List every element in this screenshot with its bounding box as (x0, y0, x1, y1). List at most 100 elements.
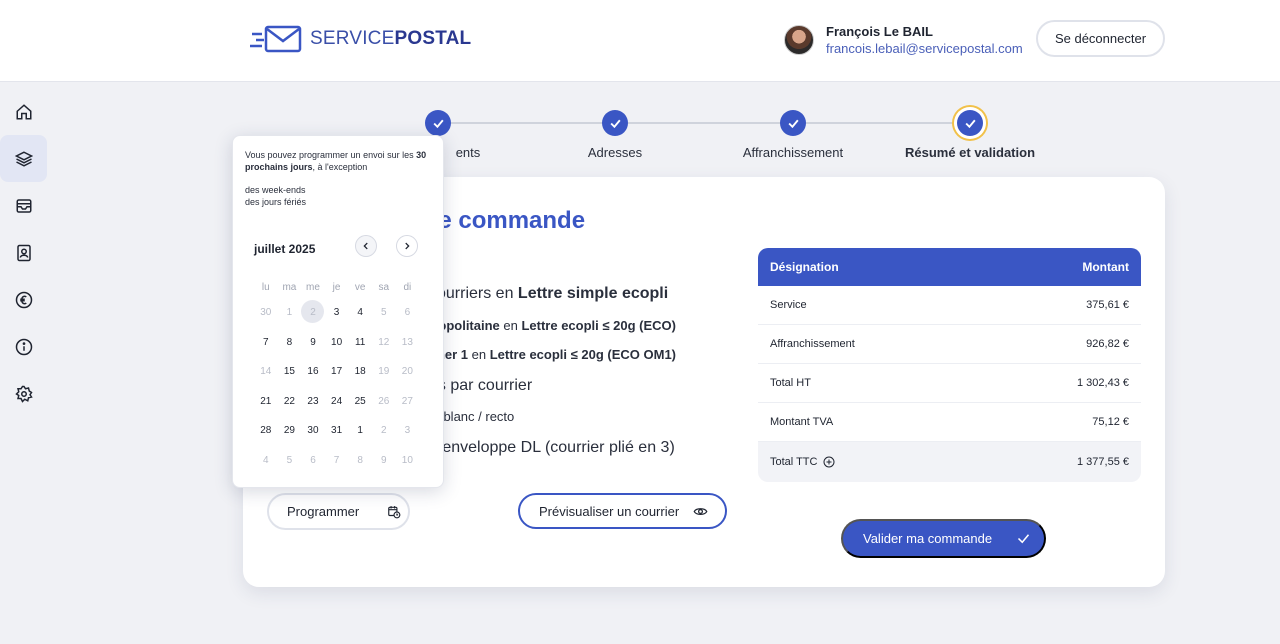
price-table: Désignation Montant Service 375,61 € Aff… (758, 248, 1141, 482)
next-month-button[interactable] (396, 235, 418, 257)
calendar-clock-icon (388, 505, 401, 518)
summary-overseas: -mer 1 en Lettre ecopli ≤ 20g (ECO OM1) (429, 347, 676, 362)
validate-order-button[interactable]: Valider ma commande (841, 519, 1046, 558)
calendar-day: 26 (378, 395, 390, 407)
calendar-day[interactable]: 30 (301, 425, 325, 436)
calendar-day[interactable]: 21 (254, 396, 278, 407)
chevron-left-icon (363, 242, 368, 250)
table-header: Désignation Montant (758, 248, 1141, 286)
info-icon (15, 338, 32, 355)
schedule-button[interactable]: Programmer (267, 493, 410, 530)
step-check-icon (780, 110, 806, 136)
calendar-day[interactable]: 22 (278, 396, 302, 407)
summary-mail-type: courriers en Lettre simple ecopli (429, 285, 669, 302)
summary-pages: es par courrier (429, 377, 533, 394)
weekday-label: ve (354, 281, 366, 293)
schedule-info-text: Vous pouvez programmer un envoi sur les … (245, 150, 427, 172)
column-header: Désignation (770, 260, 839, 274)
calendar-day: 13 (401, 336, 413, 348)
calendar-day[interactable]: 15 (278, 366, 302, 377)
calendar-day[interactable]: 29 (278, 425, 302, 436)
schedule-calendar-popup: Vous pouvez programmer un envoi sur les … (232, 135, 444, 488)
avatar[interactable] (784, 25, 814, 55)
calendar-day[interactable]: 4 (348, 307, 372, 318)
table-row: Service 375,61 € (758, 286, 1141, 325)
step-label: Résumé et validation (904, 145, 1036, 160)
logout-button[interactable]: Se déconnecter (1036, 20, 1165, 57)
euro-icon (15, 291, 32, 308)
calendar-day[interactable]: 9 (301, 337, 325, 348)
schedule-exceptions: des week-ends des jours fériés (245, 184, 306, 208)
table-row: Affranchissement 926,82 € (758, 325, 1141, 364)
calendar-day[interactable]: 3 (325, 307, 349, 318)
calendar-day: 10 (401, 454, 413, 466)
calendar-day: 12 (378, 336, 390, 348)
envelope-logo-icon (250, 25, 302, 53)
prev-month-button[interactable] (355, 235, 377, 257)
calendar-day: 5 (286, 454, 293, 466)
sidebar-item-inbox[interactable] (0, 182, 47, 229)
exception-item: des week-ends (245, 185, 306, 195)
row-amount: 926,82 € (1086, 338, 1129, 350)
calendar-day: 14 (260, 366, 272, 378)
calendar-day: 8 (357, 454, 363, 466)
sidebar-item-contacts[interactable] (0, 229, 47, 276)
validate-button-label: Valider ma commande (863, 531, 993, 546)
table-row-total: Total TTC 1 377,55 € (758, 442, 1141, 482)
row-label: Affranchissement (770, 338, 855, 350)
home-icon (16, 103, 31, 119)
table-row: Total HT 1 302,43 € (758, 364, 1141, 403)
sidebar-item-settings[interactable] (0, 370, 47, 417)
step-check-icon (957, 110, 983, 136)
step-summary[interactable]: Résumé et validation (870, 110, 1070, 160)
calendar-month: juillet 2025 (254, 242, 316, 256)
row-label: Service (770, 299, 807, 311)
step-label: Affranchissement (742, 145, 844, 160)
calendar-week: 14 15 16 17 18 19 20 (254, 357, 434, 387)
weekday-header: lu ma me je ve sa di (254, 276, 434, 298)
sidebar-item-billing[interactable] (0, 276, 47, 323)
calendar-day[interactable]: 28 (254, 425, 278, 436)
step-addresses[interactable]: Adresses (515, 110, 715, 160)
row-amount: 1 302,43 € (1077, 377, 1129, 389)
servicepostal-logo[interactable]: SERVICEPOSTAL (250, 22, 471, 56)
calendar-day[interactable]: 31 (325, 425, 349, 436)
step-check-icon (425, 110, 451, 136)
calendar-day[interactable]: 8 (278, 337, 302, 348)
calendar-day: 27 (401, 395, 413, 407)
row-amount: 375,61 € (1086, 299, 1129, 311)
calendar-week: 30 1 2 3 4 5 6 (254, 298, 434, 328)
calendar-day[interactable]: 23 (301, 396, 325, 407)
weekday-label: me (306, 281, 320, 293)
calendar-day: 3 (404, 425, 411, 437)
calendar-day: 2 (380, 425, 387, 437)
calendar-day[interactable]: 16 (301, 366, 325, 377)
weekday-label: lu (261, 281, 270, 293)
calendar-day[interactable]: 25 (348, 396, 372, 407)
calendar-day[interactable]: 7 (254, 337, 278, 348)
expand-plus-icon[interactable] (823, 456, 835, 468)
calendar-day: 6 (310, 454, 316, 466)
exception-item: des jours fériés (245, 197, 307, 207)
step-postage[interactable]: Affranchissement (693, 110, 893, 160)
calendar-day[interactable]: 11 (348, 337, 372, 348)
sidebar-item-layers[interactable] (0, 135, 47, 182)
calendar-day[interactable]: 24 (325, 396, 349, 407)
preview-letter-button[interactable]: Prévisualiser un courrier (518, 493, 727, 529)
step-check-icon (602, 110, 628, 136)
calendar-day[interactable]: 17 (325, 366, 349, 377)
inbox-icon (16, 198, 31, 213)
row-label: Montant TVA (770, 416, 834, 428)
sidebar-item-home[interactable] (0, 88, 47, 135)
step-label: Adresses (587, 145, 643, 160)
calendar-day: 30 (260, 307, 272, 319)
calendar-day[interactable]: 1 (348, 425, 372, 436)
calendar-day[interactable]: 18 (348, 366, 372, 377)
sidebar-item-info[interactable] (0, 323, 47, 370)
calendar-day[interactable]: 10 (325, 337, 349, 348)
row-amount: 1 377,55 € (1077, 456, 1129, 468)
column-header: Montant (1082, 260, 1129, 274)
table-row: Montant TVA 75,12 € (758, 403, 1141, 442)
calendar-day: 5 (380, 307, 387, 319)
calendar-day: 20 (401, 366, 413, 378)
